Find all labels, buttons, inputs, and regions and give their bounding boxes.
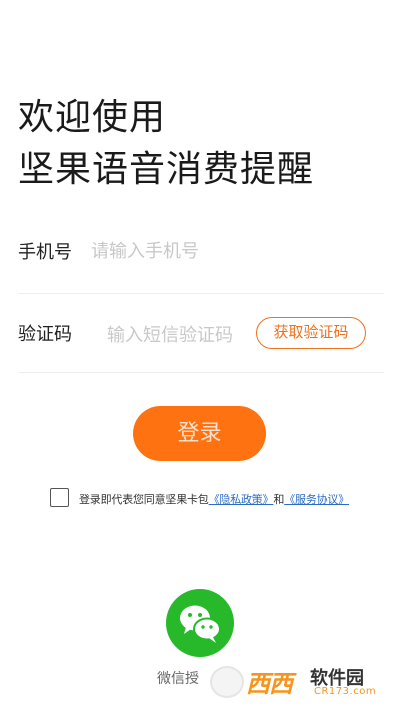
phone-row: 手机号 [18,218,384,280]
wechat-icon [180,605,221,643]
watermark-brand: 西西 [246,670,293,698]
welcome-line-2: 坚果语音消费提醒 [18,149,315,190]
agree-checkbox[interactable] [50,488,69,507]
sms-code-input[interactable] [107,322,255,348]
agreement-and: 和 [273,493,285,506]
welcome-title: 欢迎使用 坚果语音消费提醒 [18,92,314,196]
wechat-login-button[interactable] [166,589,234,657]
privacy-policy-link[interactable]: 《隐私政策》 [209,493,274,506]
code-label: 验证码 [18,324,72,345]
welcome-line-1: 欢迎使用 [18,97,167,138]
watermark-url: CR173.com [314,686,377,697]
phone-input[interactable] [91,238,351,264]
login-button[interactable]: 登录 [133,406,266,461]
divider [18,293,384,294]
agreement-prefix: 登录即代表您同意坚果卡包 [79,493,209,506]
get-code-button[interactable]: 获取验证码 [256,317,366,349]
watermark-logo: 西西 软件园 CR173.com [210,664,382,700]
service-agreement-link[interactable]: 《服务协议》 [284,493,349,506]
divider [18,372,384,373]
agreement-text: 登录即代表您同意坚果卡包《隐私政策》和《服务协议》 [79,491,349,507]
watermark-circle-icon [210,666,244,698]
phone-label: 手机号 [18,242,72,263]
wechat-login-label: 微信授 [157,671,199,687]
